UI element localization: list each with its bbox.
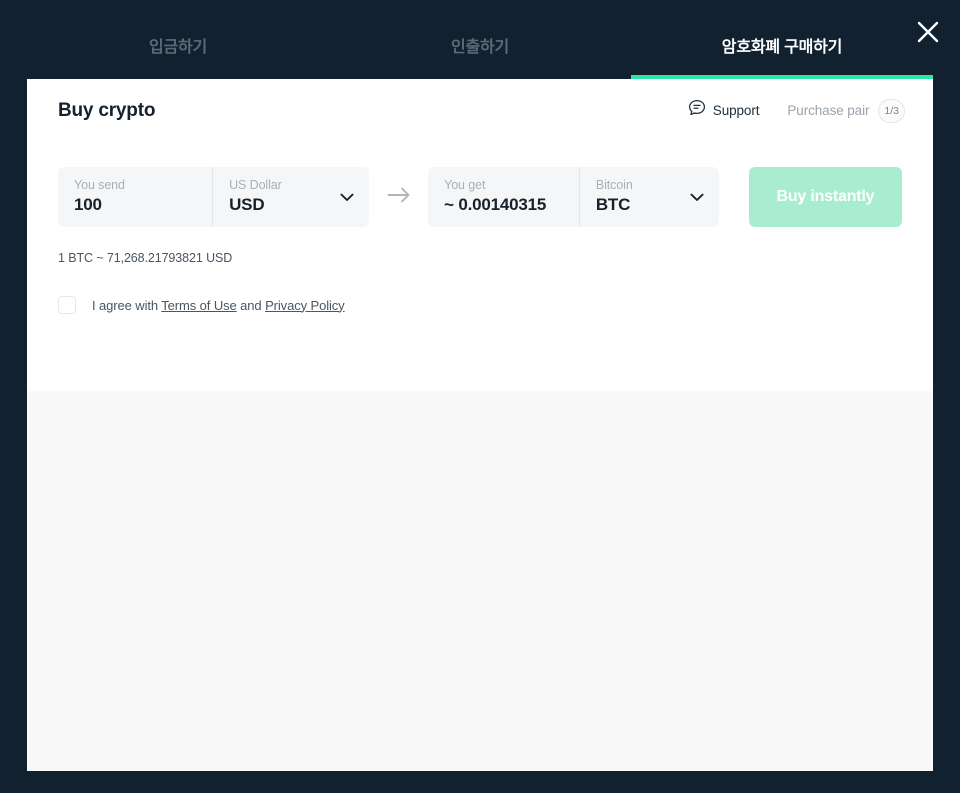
you-get-currency-name: Bitcoin [595,178,633,193]
support-chat-icon [688,99,706,122]
you-send-currency-name: US Dollar [229,178,282,193]
you-get-group: You get ~ 0.00140315 Bitcoin BTC [428,167,719,227]
panel-content-area [27,391,933,771]
tab-deposit[interactable]: 입금하기 [27,0,329,79]
you-get-value: ~ 0.00140315 [444,196,547,215]
buy-crypto-panel: Buy crypto Support Purchase pair 1/3 You… [27,79,933,771]
tab-buy-crypto-label: 암호화폐 구매하기 [721,38,843,56]
you-get-currency-select[interactable]: Bitcoin BTC [578,167,719,227]
chevron-down-icon [690,190,704,204]
header-actions: Support Purchase pair 1/3 [688,98,905,123]
you-get-currency-code: BTC [595,196,631,215]
tab-withdraw[interactable]: 인출하기 [329,0,631,79]
you-send-group: You send 100 US Dollar USD [58,167,370,227]
purchase-pair-badge: 1/3 [878,98,905,123]
chevron-down-icon [340,190,354,204]
you-get-amount-field[interactable]: You get ~ 0.00140315 [428,167,579,227]
close-icon [917,21,939,43]
terms-text: I agree with Terms of Use and Privacy Po… [92,298,345,313]
page-title: Buy crypto [58,99,156,121]
you-send-label: You send [74,178,125,193]
support-button[interactable]: Support [688,99,760,122]
tab-deposit-label: 입금하기 [148,38,208,56]
exchange-rate-line: 1 BTC ~ 71,268.21793821 USD [58,251,233,265]
close-button[interactable] [910,14,946,50]
arrow-right-icon [387,186,411,209]
terms-of-use-link[interactable]: Terms of Use [161,298,236,313]
you-send-currency-select[interactable]: US Dollar USD [212,167,369,227]
you-send-value: 100 [74,196,102,215]
tab-bar: 입금하기 인출하기 암호화폐 구매하기 [27,0,933,79]
you-send-currency-code: USD [229,196,265,215]
terms-checkbox[interactable] [58,296,76,314]
exchange-row: You send 100 US Dollar USD You get ~ 0.0… [58,167,902,227]
purchase-pair-label: Purchase pair [787,103,870,118]
terms-prefix: I agree with [92,297,162,313]
tab-withdraw-label: 인출하기 [450,38,510,56]
support-label: Support [712,103,760,118]
exchange-direction [369,167,428,227]
terms-agreement-row: I agree with Terms of Use and Privacy Po… [58,296,902,314]
terms-middle: and [236,297,266,313]
tab-buy-crypto[interactable]: 암호화폐 구매하기 [631,0,933,79]
buy-instantly-button[interactable]: Buy instantly [748,167,902,227]
you-get-label: You get [444,178,486,193]
panel-header: Buy crypto Support Purchase pair 1/3 [27,79,933,142]
you-send-amount-field[interactable]: You send 100 [58,167,212,227]
purchase-pair: Purchase pair 1/3 [787,98,905,123]
privacy-policy-link[interactable]: Privacy Policy [265,298,345,313]
buy-form: You send 100 US Dollar USD You get ~ 0.0… [27,142,933,391]
